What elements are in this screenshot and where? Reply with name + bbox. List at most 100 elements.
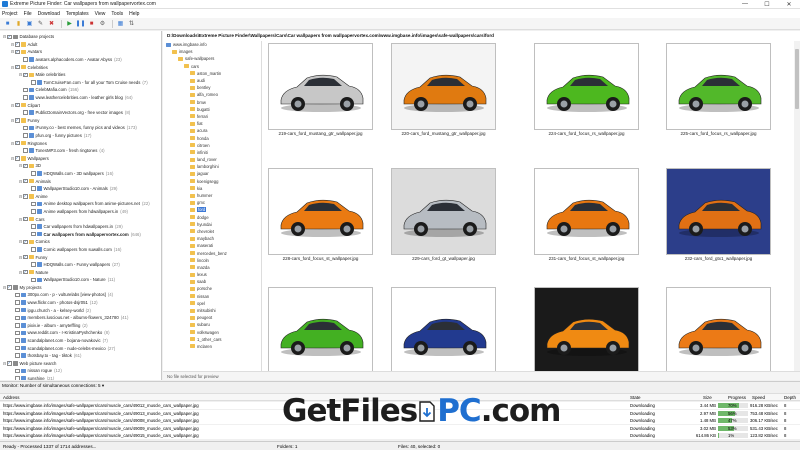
scroll-icon[interactable]: ⇅ [127,19,136,28]
folder-tree-item[interactable]: mercedes_benz [163,249,261,256]
thumbnail-image[interactable] [666,168,771,255]
tree-item[interactable]: ⊟ ✓ 3D [0,162,161,170]
tree-item[interactable]: ⊟ ✓ Anime [0,192,161,200]
stop-icon[interactable]: ■ [87,19,96,28]
header-size[interactable]: Size [703,394,712,401]
tree-checkbox[interactable]: ✓ [15,156,20,161]
tree-item[interactable]: Car wallpapers from hdwallpapers.in (29) [0,223,161,231]
tree-item[interactable]: Anime desktop wallpapers from anime-pict… [0,200,161,208]
folder-tree-item[interactable]: dodge [163,214,261,221]
tree-item[interactable]: Comic wallpapers from suwalls.com (16) [0,246,161,254]
thumbnail-image[interactable] [534,43,639,130]
folder-tree-item[interactable]: opel [163,300,261,307]
thumbnail[interactable]: 224-cars_ford_focus_rs_wallpaper.jpg [534,43,639,143]
folder-tree-item[interactable]: ford [163,206,261,213]
folder-tree-item[interactable]: maybach [163,235,261,242]
tree-checkbox[interactable] [31,209,36,214]
tree-checkbox[interactable] [15,368,20,374]
thumbnail-image[interactable] [268,168,373,255]
folder-tree-root[interactable]: www.imgbase.info [163,41,261,48]
tree-item[interactable]: ⊟ ✓ Database projects [0,33,161,41]
tree-item[interactable]: PublicDomainVectors.org - free vector im… [0,109,161,117]
folder-tree-item[interactable]: maserati [163,242,261,249]
folder-tree-item[interactable]: cars [163,63,261,70]
folder-tree-item[interactable]: infiniti [163,149,261,156]
tree-checkbox[interactable]: ✓ [23,72,28,78]
folder-tree-item[interactable]: images [163,48,261,55]
new-project-icon[interactable]: ■ [3,19,12,28]
menu-download[interactable]: Download [38,11,60,17]
tree-checkbox[interactable]: ✓ [7,34,12,40]
thumbnail-image[interactable] [391,287,496,371]
tree-checkbox[interactable] [31,186,36,191]
grid-icon[interactable]: ▦ [116,19,125,28]
folder-tree[interactable]: www.imgbase.info images safe-wallpapers car… [163,41,262,371]
tree-checkbox[interactable] [31,231,36,237]
tree-item[interactable]: scandalplanet.com - nude-celebs-mexico (2… [0,344,161,352]
tree-item[interactable]: ⊟ ✓ Cars [0,215,161,223]
open-icon[interactable]: ▮ [14,19,23,28]
thumbnail[interactable]: 232-cars_ford_gtx1_wallpaper.jpg [666,168,771,268]
tree-checkbox[interactable] [15,315,20,321]
thumbnail[interactable]: 235-cars_ford_focus_st_wallpaper.jpg [534,287,639,371]
tree-checkbox[interactable] [31,201,36,207]
tree-checkbox[interactable]: ✓ [23,164,28,169]
scrollbar-thumb[interactable] [795,49,799,109]
tree-item[interactable]: pixiv.ie - album - amyteffling (2) [0,322,161,330]
folder-tree-item[interactable]: mitsubishi [163,307,261,314]
tree-checkbox[interactable]: ✓ [23,255,28,260]
tree-item[interactable]: sunshine (21) [0,375,161,380]
tree-item[interactable]: ipgu.church - a - kelsey-world (2) [0,306,161,314]
tree-item[interactable]: www.reddit.com - r-KristinaPyshchenko (8) [0,329,161,337]
folder-tree-item[interactable]: honda [163,134,261,141]
header-progress[interactable]: Progress [728,394,746,401]
tree-checkbox[interactable] [31,80,36,85]
tree-checkbox[interactable] [31,171,36,176]
thumbnail-image[interactable] [534,287,639,371]
thumbnail[interactable]: 228-cars_ford_focus_st_wallpaper.jpg [268,168,373,268]
tree-item[interactable]: Anime wallpapers from hdwallpapers.in (49… [0,208,161,216]
folder-tree-item[interactable]: subaru [163,321,261,328]
save-icon[interactable]: ▣ [25,19,34,28]
folder-tree-item[interactable]: aston_martin [163,70,261,77]
thumbnail[interactable]: 220-cars_ford_mustang_gtr_wallpaper.jpg [391,43,496,143]
settings-icon[interactable]: ⚙ [98,19,107,28]
tree-item[interactable]: ⊟ ✓ Clipart [0,101,161,109]
tree-checkbox[interactable] [23,110,28,115]
tree-checkbox[interactable] [23,57,28,62]
delete-icon[interactable]: ✖ [47,19,56,28]
tree-item[interactable]: www.leathercelebrities.com - leather gir… [0,94,161,102]
folder-tree-item[interactable]: lexus [163,271,261,278]
tree-item[interactable]: WallpaperStudio10.com - Nature (11) [0,276,161,284]
tree-checkbox[interactable]: ✓ [23,179,28,184]
folder-tree-item[interactable]: 1_other_cars [163,336,261,343]
menu-file[interactable]: File [24,11,32,17]
tree-item[interactable]: TomCruiseFan.com - for all your Tom Crui… [0,79,161,87]
folder-tree-item[interactable]: alfa_romeo [163,91,261,98]
header-address[interactable]: Address [3,394,20,401]
thumbnail[interactable]: 234-cars_ford_focus_rs_wallpaper.jpg [391,287,496,371]
folder-tree-item[interactable]: lincoln [163,257,261,264]
tree-checkbox[interactable] [23,125,28,131]
folder-tree-item[interactable]: nissan [163,293,261,300]
folder-tree-item[interactable]: ferrari [163,113,261,120]
menu-help[interactable]: Help [129,11,139,17]
folder-tree-item[interactable]: porsche [163,285,261,292]
thumbnail-image[interactable] [268,287,373,371]
tree-checkbox[interactable] [15,330,20,336]
header-depth[interactable]: Depth [784,394,796,401]
tree-item[interactable]: avatars.alphacoders.com - Avatar Abyss (2… [0,56,161,64]
tree-checkbox[interactable] [23,148,28,153]
maximize-button[interactable]: ☐ [756,0,778,9]
tree-item[interactable]: ⊟ ✓ Nature [0,268,161,276]
thumbnail-image[interactable] [666,287,771,371]
folder-tree-item[interactable]: bmw [163,99,261,106]
folder-tree-item[interactable]: kia [163,185,261,192]
menu-templates[interactable]: Templates [66,11,89,17]
folder-tree-item[interactable]: koenigsegg [163,178,261,185]
tree-checkbox[interactable]: ✓ [7,361,12,366]
thumbnail-image[interactable] [666,43,771,130]
folder-tree-item[interactable]: bugatti [163,106,261,113]
tree-checkbox[interactable] [31,262,36,267]
tree-checkbox[interactable] [23,133,28,138]
